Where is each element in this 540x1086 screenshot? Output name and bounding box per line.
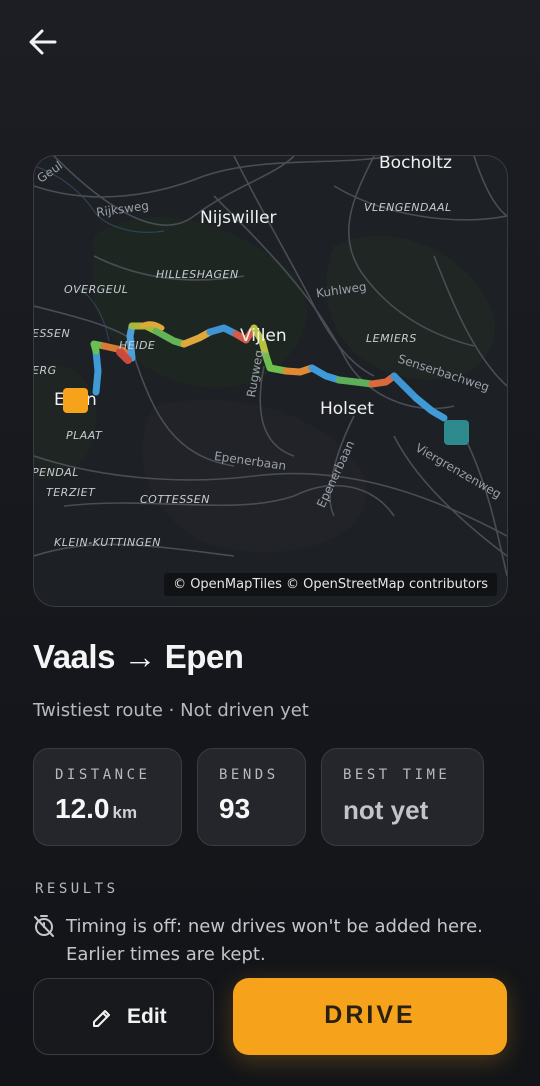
stat-best-time: BEST TIME not yet xyxy=(321,748,484,846)
map-label-bocholtz: Bocholtz xyxy=(379,155,452,173)
map-label-pendal: PENDAL xyxy=(33,466,79,479)
map-label-nijswiller: Nijswiller xyxy=(200,208,277,228)
route-subtitle: Twistiest route · Not driven yet xyxy=(33,700,309,721)
map-attribution[interactable]: © OpenMapTiles © OpenStreetMap contribut… xyxy=(164,573,497,596)
route-start-marker[interactable] xyxy=(63,388,88,413)
results-notice: Timing is off: new drives won't be added… xyxy=(66,916,483,965)
map-label-overgeul: OVERGEUL xyxy=(64,283,129,296)
stat-bends-value: 93 xyxy=(219,793,251,824)
route-map[interactable]: Bocholtz Geul Rijksweg Nijswiller VLENGE… xyxy=(33,155,508,607)
map-label-lemiers: LEMIERS xyxy=(366,332,417,345)
stat-best-time-value: not yet xyxy=(343,795,429,825)
map-label-cottessen: COTTESSEN xyxy=(140,493,210,506)
pencil-icon xyxy=(93,1010,110,1027)
stat-distance-unit: km xyxy=(112,803,138,822)
stat-distance-label: DISTANCE xyxy=(55,767,151,783)
drive-button[interactable]: DRIVE xyxy=(233,978,507,1055)
map-label-klein-kuttingen: KLEIN-KUTTINGEN xyxy=(54,536,161,549)
map-label-vijlen: Vijlen xyxy=(240,326,287,346)
timer-off-icon xyxy=(34,915,54,937)
map-label-plaat: PLAAT xyxy=(66,429,103,442)
results-heading: RESULTS xyxy=(35,881,119,897)
map-label-heide: HEIDE xyxy=(119,339,156,352)
stat-best-time-label: BEST TIME xyxy=(343,767,451,783)
edit-button[interactable]: Edit xyxy=(33,978,214,1055)
stat-bends-label: BENDS xyxy=(219,767,279,783)
stat-distance: DISTANCE 12.0 km xyxy=(33,748,182,846)
edit-button-label: Edit xyxy=(127,1005,167,1028)
map-label-holset: Holset xyxy=(320,399,374,419)
map-label-vlengendaal: VLENGENDAAL xyxy=(364,201,452,214)
back-button[interactable] xyxy=(24,26,60,58)
stat-distance-value: 12.0 xyxy=(55,793,110,824)
map-label-essen: ESSEN xyxy=(33,327,71,340)
stat-distance-value-wrap: 12.0 km xyxy=(55,793,137,825)
arrow-left-icon xyxy=(29,29,57,55)
map-label-terziet: TERZIET xyxy=(46,486,96,499)
stat-bends: BENDS 93 xyxy=(197,748,306,846)
route-title: Vaals → Epen xyxy=(33,638,244,675)
map-label-hilleshagen: HILLESHAGEN xyxy=(156,268,239,281)
route-end-marker[interactable] xyxy=(444,420,469,445)
map-label-erg: ERG xyxy=(33,364,57,377)
drive-button-label: DRIVE xyxy=(324,1001,416,1029)
